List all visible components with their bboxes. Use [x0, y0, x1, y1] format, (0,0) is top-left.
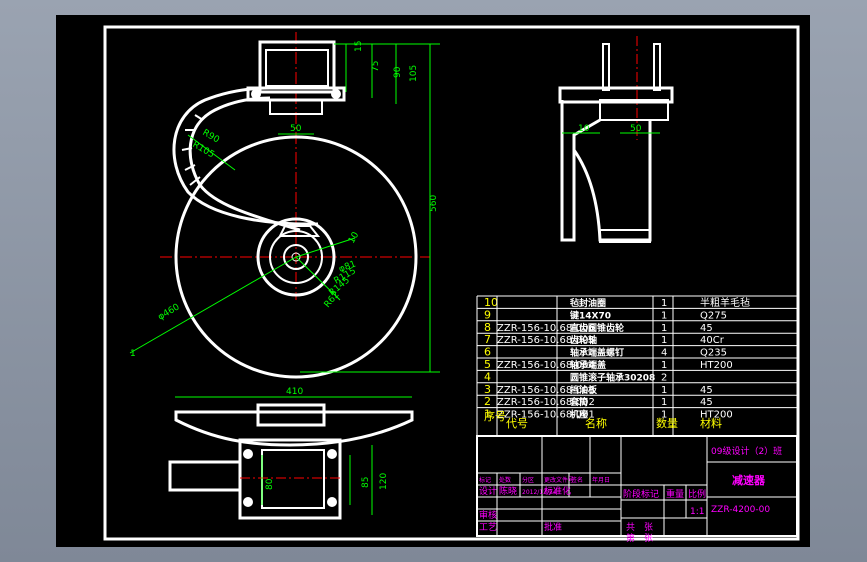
- leader-label-1: 1: [130, 349, 136, 359]
- bom-header-no: 序号: [484, 409, 506, 423]
- tb-drawing-name: 减速器: [732, 473, 766, 487]
- tb-review-label: 审核: [479, 509, 497, 521]
- tb-rev-h0: 标记: [479, 476, 491, 484]
- bom-header-name: 名称: [585, 416, 607, 430]
- dim-105: 105: [409, 65, 419, 82]
- dim-560: 560: [429, 195, 439, 212]
- tb-weight-label: 重量: [666, 488, 684, 500]
- bom-cell-no: 3: [484, 383, 491, 396]
- bom-cell-material: 45: [700, 323, 713, 334]
- bottom-bolt-4-icon: [327, 497, 337, 507]
- bom-cell-name: 齿轮轴: [570, 334, 597, 346]
- bom-cell-name: 直齿圆锥齿轮: [570, 322, 624, 334]
- tb-rev-h5: 年月日: [592, 476, 610, 484]
- side-dim-50: 50: [630, 124, 642, 134]
- bottom-bolt-3-icon: [243, 497, 253, 507]
- bottom-dim-80: 80: [265, 478, 275, 490]
- tb-rev-h2: 分区: [522, 476, 534, 484]
- bom-cell-qty: 4: [661, 348, 667, 359]
- tb-drawing-no: ZZR-4200-00: [711, 505, 770, 515]
- bom-cell-qty: 1: [661, 323, 667, 334]
- bom-cell-material: 半粗羊毛毡: [700, 296, 750, 309]
- bom-cell-name: 键14X70: [569, 309, 611, 321]
- tb-rev-h3: 更改文件号: [544, 476, 574, 484]
- bom-cell-material: HT200: [700, 360, 733, 371]
- bom-cell-name: 圆锥滚子轴承30208: [570, 371, 655, 383]
- bom-cell-qty: 1: [661, 298, 667, 309]
- bom-cell-name: 毡封油圈: [569, 297, 606, 309]
- tb-approve-label: 批准: [544, 521, 562, 533]
- bottom-bolt-1-icon: [243, 449, 253, 459]
- dim-90: 90: [393, 66, 403, 78]
- cad-drawing: 15 75 90 105 50 R90 R105 560 10 φ81 R115…: [56, 15, 810, 547]
- tb-design-person: 陈晓: [499, 485, 517, 497]
- dim-50: 50: [290, 124, 302, 134]
- bom-cell-qty: 1: [661, 360, 667, 371]
- bom-cell-no: 6: [484, 346, 491, 359]
- bom-cell-no: 7: [484, 333, 491, 346]
- bom-cell-material: 45: [700, 397, 713, 408]
- tb-scale: 1:1: [690, 507, 704, 517]
- bom-cell-name: 轴承端盖: [570, 359, 606, 371]
- tb-rev-h1: 处数: [499, 476, 511, 484]
- bom-cell-no: 8: [484, 321, 491, 334]
- dim-15: 15: [354, 41, 364, 52]
- tb-craft-label: 工艺: [479, 522, 497, 533]
- bom-cell-no: 5: [484, 358, 491, 371]
- tb-scale-label: 比例: [688, 488, 706, 500]
- bolt-left-icon: [251, 89, 261, 99]
- bottom-dim-120: 120: [379, 473, 389, 490]
- tb-rev-h4: 签名: [571, 476, 583, 484]
- bom-cell-qty: 1: [661, 310, 667, 321]
- bom-cell-qty: 1: [661, 397, 667, 408]
- bom-cell-name: 套筒: [570, 396, 588, 408]
- tb-school: 09级设计（2）班: [711, 445, 782, 457]
- bom-cell-no: 10: [484, 296, 498, 309]
- side-dim-10: 10: [578, 124, 590, 134]
- dim-75: 75: [371, 61, 381, 72]
- bom-header-code: 代号: [506, 417, 528, 430]
- bom-cell-name: 挡油板: [570, 384, 598, 396]
- tb-sheet-no: 第 张: [626, 532, 653, 544]
- bom-header-material: 材料: [700, 416, 722, 430]
- bottom-dim-410: 410: [286, 387, 303, 397]
- tb-standard-label: 标准化: [544, 485, 571, 497]
- bom-cell-no: 4: [484, 370, 491, 383]
- tb-sheet-total: 共 张: [626, 522, 653, 533]
- tb-design-label: 设计: [479, 485, 497, 497]
- bom-header-qty: 数量: [656, 417, 678, 430]
- bom-cell-material: 45: [700, 385, 713, 396]
- bolt-right-icon: [331, 89, 341, 99]
- bottom-bolt-2-icon: [327, 449, 337, 459]
- bom-cell-qty: 1: [661, 335, 667, 346]
- bom-cell-no: 2: [484, 395, 491, 408]
- tb-stage-label: 阶段标记: [623, 488, 659, 500]
- bottom-dim-85: 85: [361, 477, 371, 488]
- cad-viewport: 15 75 90 105 50 R90 R105 560 10 φ81 R115…: [0, 0, 867, 562]
- bom-cell-no: 9: [484, 308, 491, 321]
- bom-cell-qty: 1: [661, 385, 667, 396]
- bom-cell-material: Q275: [700, 310, 727, 321]
- bom-cell-material: Q235: [700, 348, 727, 359]
- bom-cell-name: 轴承端盖螺钉: [570, 347, 624, 359]
- bom-cell-material: 40Cr: [700, 335, 725, 346]
- bom-cell-qty: 2: [661, 372, 667, 383]
